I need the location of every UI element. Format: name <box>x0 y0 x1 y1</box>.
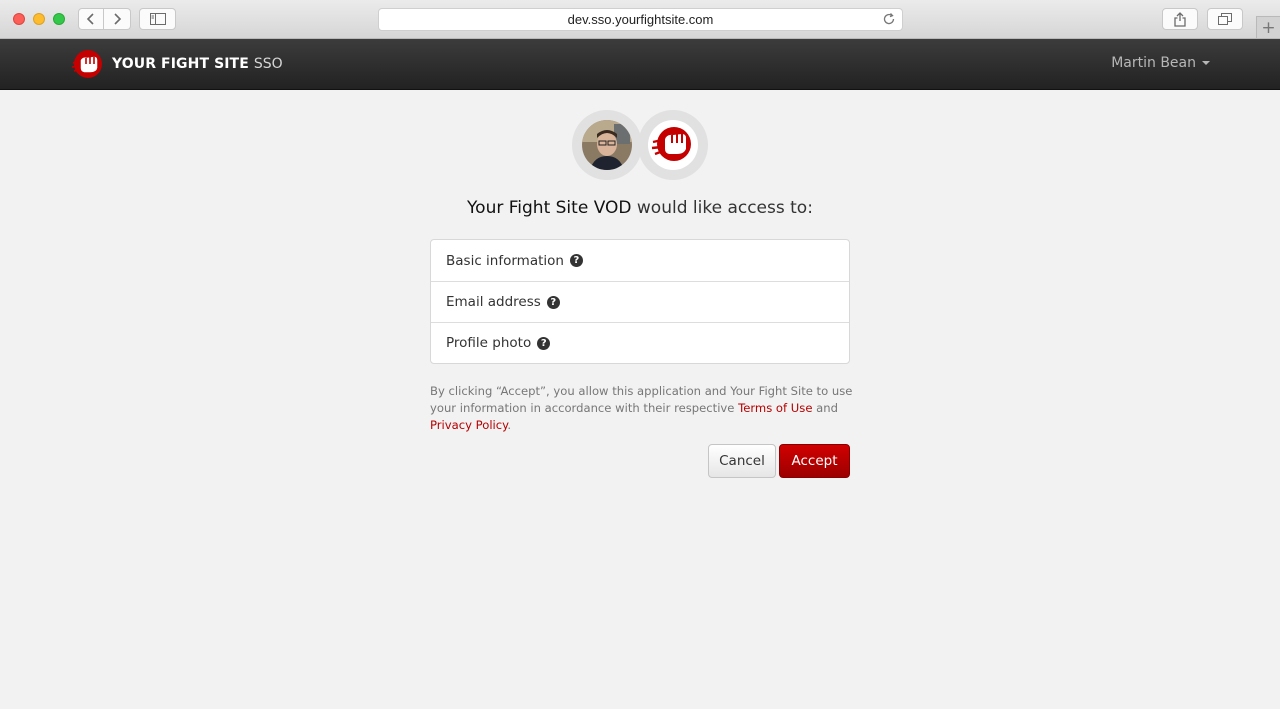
user-avatar <box>572 110 642 180</box>
fist-logo-icon <box>651 127 691 161</box>
terms-notice: By clicking “Accept”, you allow this app… <box>430 383 855 434</box>
new-tab-button[interactable]: + <box>1256 16 1280 38</box>
address-bar[interactable]: dev.sso.yourfightsite.com <box>378 8 903 31</box>
zoom-window-button[interactable] <box>53 13 65 25</box>
app-name: VOD <box>593 198 632 218</box>
user-avatar-image <box>582 120 632 170</box>
brand-link[interactable]: YOUR FIGHT SITE SSO <box>70 48 283 80</box>
brand-name: YOUR FIGHT SITE <box>112 56 249 72</box>
url-text: dev.sso.yourfightsite.com <box>567 12 714 27</box>
minimize-window-button[interactable] <box>33 13 45 25</box>
privacy-policy-link[interactable]: Privacy Policy <box>430 418 507 432</box>
permission-item-email-address: Email address ? <box>431 281 849 322</box>
browser-toolbar: dev.sso.yourfightsite.com + <box>0 0 1280 39</box>
permission-item-basic-information: Basic information ? <box>431 240 849 281</box>
app-avatar-image <box>648 120 698 170</box>
show-tabs-button[interactable] <box>1207 8 1243 30</box>
accept-button[interactable]: Accept <box>779 444 850 478</box>
heading-suffix: would like access to: <box>636 198 813 218</box>
terms-of-use-link[interactable]: Terms of Use <box>738 401 812 415</box>
reload-icon[interactable] <box>882 12 896 26</box>
permission-label: Basic information <box>446 252 564 269</box>
permission-label: Email address <box>446 294 541 310</box>
question-circle-icon[interactable]: ? <box>569 254 583 267</box>
question-circle-icon[interactable]: ? <box>537 336 551 350</box>
user-dropdown-toggle[interactable]: Martin Bean <box>1111 55 1210 71</box>
share-button[interactable] <box>1162 8 1198 30</box>
site-navbar: YOUR FIGHT SITE SSO Martin Bean <box>0 39 1280 90</box>
authorization-avatars <box>572 110 708 180</box>
forward-button[interactable] <box>104 8 131 30</box>
brand-suffix: SSO <box>253 56 283 72</box>
app-avatar <box>638 110 708 180</box>
user-name: Martin Bean <box>1111 55 1196 71</box>
sidebar-toggle-button[interactable] <box>139 8 176 30</box>
cancel-button[interactable]: Cancel <box>708 444 776 478</box>
close-window-button[interactable] <box>13 13 25 25</box>
chevron-right-icon <box>114 13 122 25</box>
permission-label: Profile photo <box>446 335 532 351</box>
share-icon <box>1174 11 1186 27</box>
sidebar-icon <box>149 13 166 25</box>
consent-heading: Your Fight Site VOD would like access to… <box>0 198 1280 218</box>
terms-and: and <box>816 401 838 415</box>
fist-logo-icon <box>71 50 102 78</box>
caret-down-icon <box>1202 61 1210 65</box>
chevron-left-icon <box>86 13 94 25</box>
user-photo-icon <box>582 120 632 170</box>
permission-list: Basic information ? Email address ? Prof… <box>430 239 850 364</box>
app-owner-name: Your Fight Site <box>467 198 589 218</box>
terms-end: . <box>507 418 512 432</box>
back-button[interactable] <box>78 8 104 30</box>
permission-item-profile-photo: Profile photo ? <box>431 322 849 363</box>
tabs-overview-icon <box>1218 13 1232 25</box>
question-circle-icon[interactable]: ? <box>546 295 560 309</box>
